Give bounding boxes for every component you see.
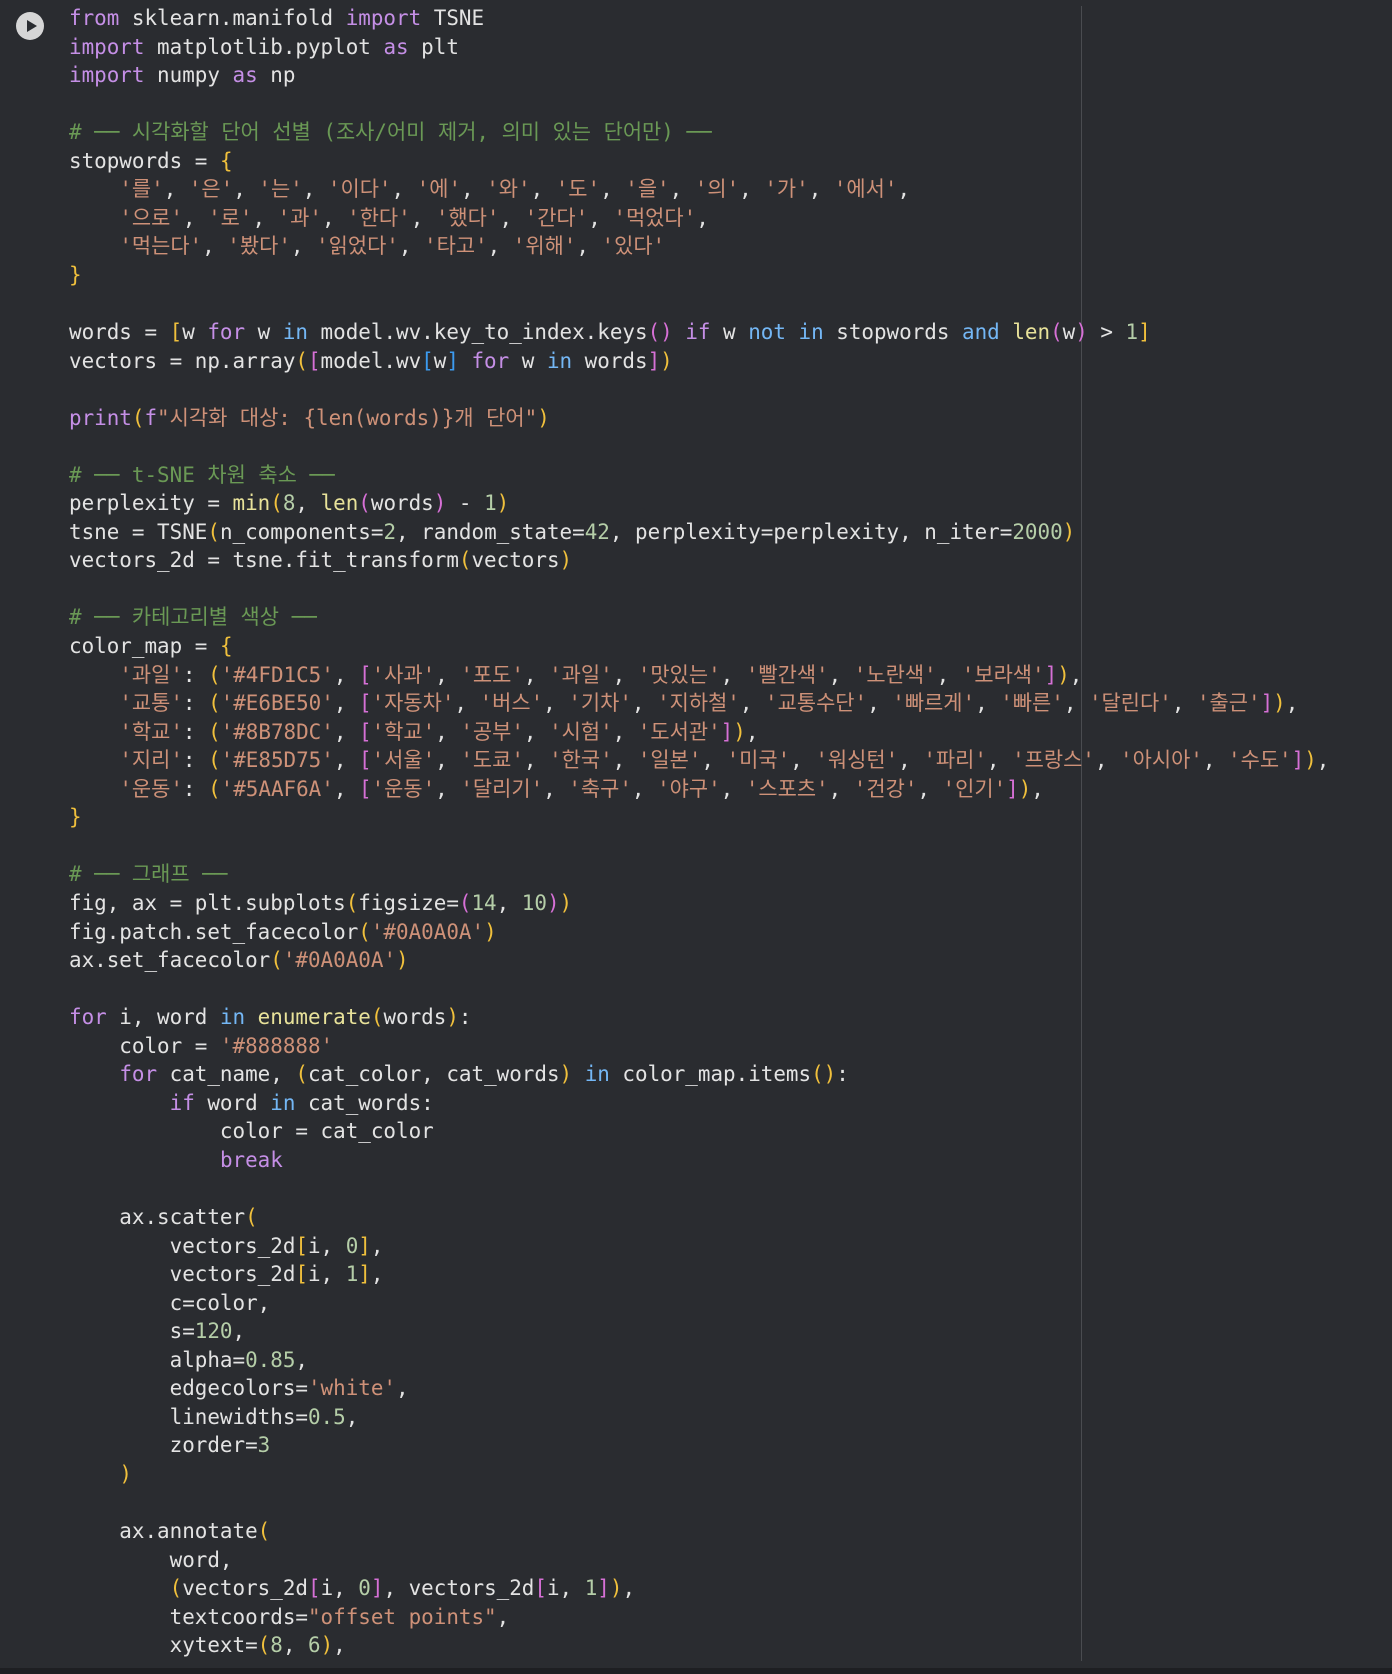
code-line[interactable]: print(f"시각화 대상: {len(words)}개 단어") <box>69 404 1329 433</box>
code-line[interactable]: vectors_2d[i, 1], <box>69 1260 1329 1289</box>
code-line[interactable]: alpha=0.85, <box>69 1346 1329 1375</box>
code-line[interactable]: } <box>69 803 1329 832</box>
code-line[interactable]: xytext=(8, 6), <box>69 1631 1329 1660</box>
code-line[interactable]: (vectors_2d[i, 0], vectors_2d[i, 1]), <box>69 1574 1329 1603</box>
code-line[interactable]: # ── t-SNE 차원 축소 ── <box>69 461 1329 490</box>
code-line[interactable]: ) <box>69 1460 1329 1489</box>
code-cell[interactable]: from sklearn.manifold import TSNE import … <box>0 0 1392 1674</box>
code-line[interactable]: edgecolors='white', <box>69 1374 1329 1403</box>
code-line[interactable]: vectors = np.array([model.wv[w] for w in… <box>69 347 1329 376</box>
code-line[interactable]: words = [w for w in model.wv.key_to_inde… <box>69 318 1329 347</box>
code-line[interactable]: textcoords="offset points", <box>69 1603 1329 1632</box>
code-line[interactable]: # ── 시각화할 단어 선별 (조사/어미 제거, 의미 있는 단어만) ── <box>69 118 1329 147</box>
code-line[interactable]: linewidths=0.5, <box>69 1403 1329 1432</box>
code-line[interactable]: '으로', '로', '과', '한다', '했다', '간다', '먹었다', <box>69 204 1329 233</box>
code-line[interactable]: s=120, <box>69 1317 1329 1346</box>
code-line[interactable]: ​ <box>69 1488 1329 1517</box>
code-line[interactable]: ax.set_facecolor('#0A0A0A') <box>69 946 1329 975</box>
code-line[interactable]: tsne = TSNE(n_components=2, random_state… <box>69 518 1329 547</box>
code-line[interactable]: for i, word in enumerate(words): <box>69 1003 1329 1032</box>
code-line[interactable]: from sklearn.manifold import TSNE <box>69 4 1329 33</box>
code-line[interactable]: color = '#888888' <box>69 1032 1329 1061</box>
code-line[interactable]: '를', '은', '는', '이다', '에', '와', '도', '을',… <box>69 175 1329 204</box>
code-line[interactable]: perplexity = min(8, len(words) - 1) <box>69 489 1329 518</box>
code-line[interactable]: if word in cat_words: <box>69 1089 1329 1118</box>
code-line[interactable]: '먹는다', '봤다', '읽었다', '타고', '위해', '있다' <box>69 232 1329 261</box>
code-line[interactable]: fig, ax = plt.subplots(figsize=(14, 10)) <box>69 889 1329 918</box>
code-line[interactable]: fig.patch.set_facecolor('#0A0A0A') <box>69 918 1329 947</box>
code-line[interactable]: ​ <box>69 90 1329 119</box>
code-line[interactable]: break <box>69 1146 1329 1175</box>
code-line[interactable]: ​ <box>69 832 1329 861</box>
code-editor[interactable]: from sklearn.manifold import TSNE import … <box>69 4 1329 1660</box>
code-line[interactable]: word, <box>69 1546 1329 1575</box>
code-line[interactable]: for cat_name, (cat_color, cat_words) in … <box>69 1060 1329 1089</box>
play-icon <box>27 20 37 32</box>
code-line[interactable]: '운동': ('#5AAF6A', ['운동', '달리기', '축구', '야… <box>69 775 1329 804</box>
run-cell-button[interactable] <box>16 12 44 40</box>
code-line[interactable]: } <box>69 261 1329 290</box>
cell-bottom-border <box>0 1668 1392 1674</box>
code-line[interactable]: color = cat_color <box>69 1117 1329 1146</box>
code-line[interactable]: import numpy as np <box>69 61 1329 90</box>
code-line[interactable]: ​ <box>69 375 1329 404</box>
code-line[interactable]: ax.scatter( <box>69 1203 1329 1232</box>
code-line[interactable]: color_map = { <box>69 632 1329 661</box>
code-line[interactable]: '지리': ('#E85D75', ['서울', '도쿄', '한국', '일본… <box>69 746 1329 775</box>
code-line[interactable]: zorder=3 <box>69 1431 1329 1460</box>
code-line[interactable]: stopwords = { <box>69 147 1329 176</box>
code-line[interactable]: '교통': ('#E6BE50', ['자동차', '버스', '기차', '지… <box>69 689 1329 718</box>
code-line[interactable]: # ── 그래프 ── <box>69 860 1329 889</box>
code-line[interactable]: ax.annotate( <box>69 1517 1329 1546</box>
code-line[interactable]: c=color, <box>69 1289 1329 1318</box>
code-line[interactable]: ​ <box>69 975 1329 1004</box>
code-line[interactable]: ​ <box>69 289 1329 318</box>
code-line[interactable]: '과일': ('#4FD1C5', ['사과', '포도', '과일', '맛있… <box>69 661 1329 690</box>
code-line[interactable]: ​ <box>69 575 1329 604</box>
code-line[interactable]: ​ <box>69 432 1329 461</box>
code-line[interactable]: ​ <box>69 1174 1329 1203</box>
code-line[interactable]: import matplotlib.pyplot as plt <box>69 33 1329 62</box>
code-line[interactable]: '학교': ('#8B78DC', ['학교', '공부', '시험', '도서… <box>69 718 1329 747</box>
code-line[interactable]: vectors_2d = tsne.fit_transform(vectors) <box>69 546 1329 575</box>
code-line[interactable]: vectors_2d[i, 0], <box>69 1232 1329 1261</box>
code-line[interactable]: # ── 카테고리별 색상 ── <box>69 603 1329 632</box>
